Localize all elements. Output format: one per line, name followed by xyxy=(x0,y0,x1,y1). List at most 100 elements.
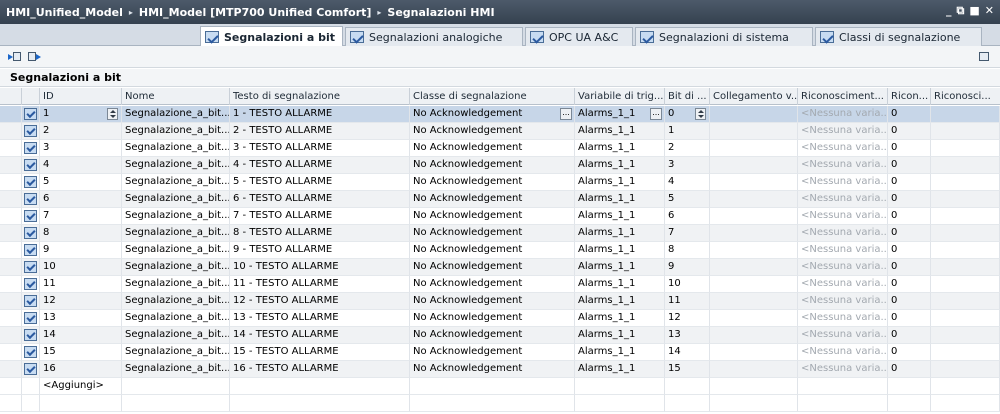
cell-bit[interactable]: 8 xyxy=(665,242,710,259)
cell-ack[interactable]: <Nessuna varia... xyxy=(798,327,888,344)
table-row[interactable]: 14 Segnalazione_a_bit... 14 - TESTO ALLARM… xyxy=(0,327,1000,344)
table-row[interactable]: 8 Segnalazione_a_bit... 8 - TESTO ALLARME N… xyxy=(0,225,1000,242)
close-icon[interactable]: ✕ xyxy=(985,4,994,18)
cell-text[interactable]: 14 - TESTO ALLARME xyxy=(230,327,410,344)
table-row[interactable]: 10 Segnalazione_a_bit... 10 - TESTO ALLARM… xyxy=(0,259,1000,276)
cell-ack3[interactable] xyxy=(931,276,1000,293)
cell-bit[interactable]: 1 xyxy=(665,123,710,140)
maximize-icon[interactable]: ■ xyxy=(969,4,979,18)
cell-ack3[interactable] xyxy=(931,191,1000,208)
cell-class[interactable]: No Acknowledgement xyxy=(410,259,575,276)
cell-bit[interactable]: 15 xyxy=(665,361,710,378)
cell-trigger[interactable]: Alarms_1_1 xyxy=(575,242,665,259)
cell-ack[interactable]: <Nessuna varia... xyxy=(798,310,888,327)
table-row[interactable]: 6 Segnalazione_a_bit... 6 - TESTO ALLARME N… xyxy=(0,191,1000,208)
cell-name[interactable]: Segnalazione_a_bit... xyxy=(122,140,230,157)
row-selector[interactable] xyxy=(0,310,22,327)
cell-class[interactable]: No Acknowledgement xyxy=(410,140,575,157)
cell-ack2[interactable]: 0 xyxy=(888,242,931,259)
cell-ack[interactable]: <Nessuna varia... xyxy=(798,242,888,259)
row-selector[interactable] xyxy=(0,361,22,378)
cell-ack3[interactable] xyxy=(931,106,1000,123)
cell-link[interactable] xyxy=(710,310,798,327)
cell-ack2[interactable]: 0 xyxy=(888,140,931,157)
minimize-icon[interactable]: _ xyxy=(946,4,952,18)
column-header-name[interactable]: Nome xyxy=(122,88,230,105)
cell-text[interactable]: 5 - TESTO ALLARME xyxy=(230,174,410,191)
cell-text[interactable]: 13 - TESTO ALLARME xyxy=(230,310,410,327)
table-row[interactable]: 9 Segnalazione_a_bit... 9 - TESTO ALLARME N… xyxy=(0,242,1000,259)
cell-link[interactable] xyxy=(710,259,798,276)
cell-trigger[interactable]: Alarms_1_1 xyxy=(575,293,665,310)
column-header-bit[interactable]: Bit di ... xyxy=(665,88,710,105)
table-row[interactable]: 12 Segnalazione_a_bit... 12 - TESTO ALLARM… xyxy=(0,293,1000,310)
column-header-class[interactable]: Classe di segnalazione xyxy=(410,88,575,105)
cell-trigger[interactable]: Alarms_1_1 xyxy=(575,344,665,361)
cell-id[interactable]: 12 xyxy=(40,293,122,310)
column-header-ack2[interactable]: Ricon... xyxy=(888,88,931,105)
cell-ack2[interactable]: 0 xyxy=(888,191,931,208)
row-selector[interactable] xyxy=(0,174,22,191)
cell-text[interactable]: 7 - TESTO ALLARME xyxy=(230,208,410,225)
row-selector[interactable] xyxy=(0,242,22,259)
row-selector[interactable] xyxy=(0,293,22,310)
cell-id[interactable]: 6 xyxy=(40,191,122,208)
cell-ack3[interactable] xyxy=(931,157,1000,174)
cell-name[interactable]: Segnalazione_a_bit... xyxy=(122,242,230,259)
cell-ack3[interactable] xyxy=(931,208,1000,225)
cell-name[interactable]: Segnalazione_a_bit... xyxy=(122,361,230,378)
add-new-label[interactable]: <Aggiungi> xyxy=(43,380,104,391)
cell-link[interactable] xyxy=(710,293,798,310)
cell-name[interactable]: Segnalazione_a_bit... xyxy=(122,310,230,327)
cell-bit[interactable]: 9 xyxy=(665,259,710,276)
cell-trigger[interactable]: Alarms_1_1 xyxy=(575,140,665,157)
id-spinner[interactable] xyxy=(107,108,118,120)
row-selector[interactable] xyxy=(0,157,22,174)
cell-name[interactable]: Segnalazione_a_bit... xyxy=(122,327,230,344)
cell-bit[interactable]: 2 xyxy=(665,140,710,157)
row-selector[interactable] xyxy=(0,276,22,293)
cell-name[interactable]: Segnalazione_a_bit... xyxy=(122,293,230,310)
cell-ack3[interactable] xyxy=(931,344,1000,361)
table-row[interactable]: 15 Segnalazione_a_bit... 15 - TESTO ALLARM… xyxy=(0,344,1000,361)
cell-id[interactable]: 1 xyxy=(40,106,122,123)
cell-name[interactable]: Segnalazione_a_bit... xyxy=(122,191,230,208)
table-row[interactable]: 1 Segnalazione_a_bit... 1 - TESTO ALLARME N… xyxy=(0,106,1000,123)
cell-ack3[interactable] xyxy=(931,310,1000,327)
row-selector[interactable] xyxy=(0,327,22,344)
cell-ack[interactable]: <Nessuna varia... xyxy=(798,225,888,242)
cell-id[interactable]: 14 xyxy=(40,327,122,344)
cell-class[interactable]: No Acknowledgement... xyxy=(410,106,575,123)
cell-ack3[interactable] xyxy=(931,242,1000,259)
cell-ack2[interactable]: 0 xyxy=(888,327,931,344)
cell-name[interactable]: Segnalazione_a_bit... xyxy=(122,208,230,225)
table-row[interactable]: 2 Segnalazione_a_bit... 2 - TESTO ALLARME N… xyxy=(0,123,1000,140)
cell-class[interactable]: No Acknowledgement xyxy=(410,293,575,310)
cell-class[interactable]: No Acknowledgement xyxy=(410,276,575,293)
cell-id[interactable]: 15 xyxy=(40,344,122,361)
cell-ack3[interactable] xyxy=(931,140,1000,157)
cell-class[interactable]: No Acknowledgement xyxy=(410,174,575,191)
cell-ack2[interactable]: 0 xyxy=(888,293,931,310)
cell-trigger[interactable]: Alarms_1_1 xyxy=(575,174,665,191)
cell-link[interactable] xyxy=(710,276,798,293)
cell-ack[interactable]: <Nessuna varia... xyxy=(798,106,888,123)
tab-system-alarms[interactable]: Segnalazioni di sistema xyxy=(635,27,813,46)
cell-name[interactable]: Segnalazione_a_bit... xyxy=(122,123,230,140)
cell-ack[interactable]: <Nessuna varia... xyxy=(798,361,888,378)
cell-link[interactable] xyxy=(710,157,798,174)
cell-trigger[interactable]: Alarms_1_1 xyxy=(575,225,665,242)
cell-text[interactable]: 12 - TESTO ALLARME xyxy=(230,293,410,310)
row-selector[interactable] xyxy=(0,140,22,157)
row-selector[interactable] xyxy=(0,225,22,242)
cell-name[interactable]: Segnalazione_a_bit... xyxy=(122,174,230,191)
cell-ack3[interactable] xyxy=(931,225,1000,242)
table-row[interactable]: 13 Segnalazione_a_bit... 13 - TESTO ALLARM… xyxy=(0,310,1000,327)
table-row[interactable]: 7 Segnalazione_a_bit... 7 - TESTO ALLARME N… xyxy=(0,208,1000,225)
cell-trigger[interactable]: Alarms_1_1 xyxy=(575,123,665,140)
cell-ack2[interactable]: 0 xyxy=(888,361,931,378)
cell-text[interactable]: 15 - TESTO ALLARME xyxy=(230,344,410,361)
panel-toggle-icon[interactable] xyxy=(977,50,991,63)
cell-ack2[interactable]: 0 xyxy=(888,344,931,361)
cell-ack2[interactable]: 0 xyxy=(888,259,931,276)
